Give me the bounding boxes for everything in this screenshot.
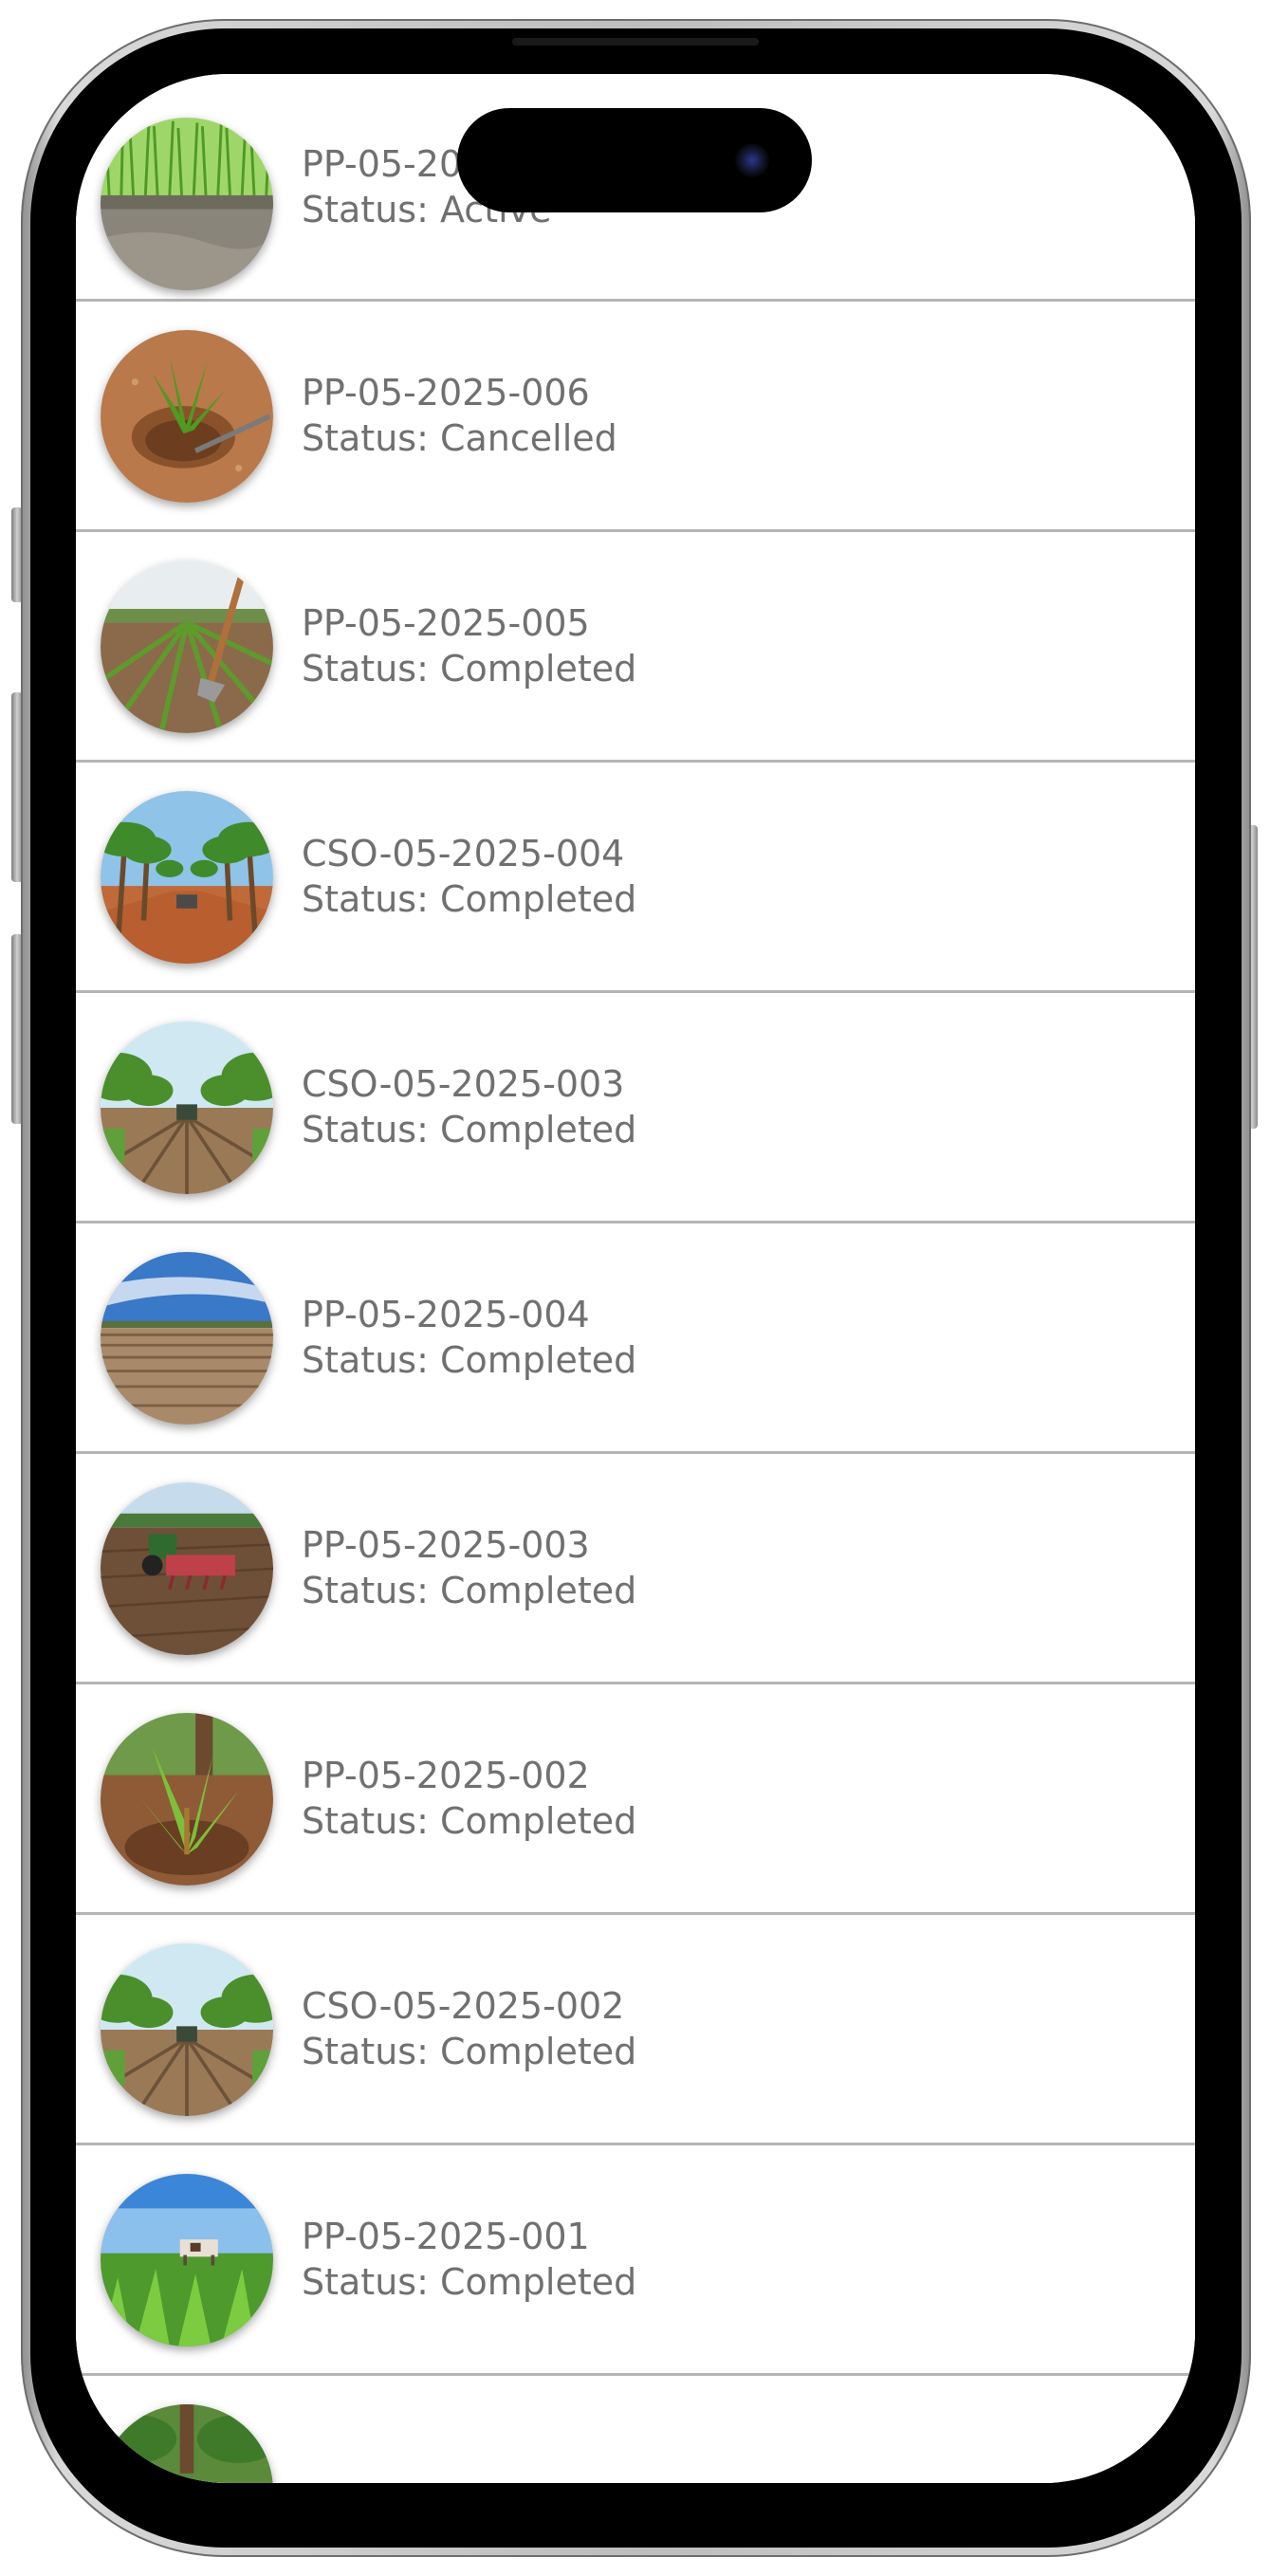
sapling-planting-image [101, 330, 273, 503]
list-item[interactable]: PP-05-2025-005 Status: Completed [76, 532, 1195, 763]
order-status: Status: Completed [302, 1800, 637, 1842]
order-id: PP-05-2025-002 [302, 1755, 590, 1796]
list-item-thumbnail [101, 1252, 273, 1425]
order-status: Status: Completed [302, 1109, 637, 1150]
order-status: Status: Completed [302, 1570, 637, 1611]
order-id: CSO-05-2025-002 [302, 1985, 625, 2027]
palm-trees-image [101, 2404, 273, 2483]
list-item[interactable]: PP-05-2025-002 Status: Completed [76, 1684, 1195, 1915]
tractor-palm-image [101, 1943, 273, 2116]
order-status: Status: Completed [302, 1339, 637, 1381]
order-status: Status: Cancelled [302, 417, 617, 459]
order-status: Status: Completed [302, 2261, 637, 2303]
list-item-thumbnail [101, 561, 273, 733]
list-item[interactable]: PP-05-2025-004 Status: Completed [76, 1224, 1195, 1454]
order-status: Status: Completed [302, 648, 637, 690]
order-id: CSO-05-2025-003 [302, 1063, 625, 1105]
list-item[interactable]: CSO-05-2025-003 Status: Completed [76, 993, 1195, 1224]
list-item[interactable]: PP-05-2025-006 Status: Cancelled [76, 302, 1195, 532]
tractor-cultivator-image [101, 1482, 273, 1655]
list-item-thumbnail [101, 1943, 273, 2116]
earpiece-speaker [512, 38, 759, 46]
list-item-thumbnail [101, 1482, 273, 1655]
corn-field-image [101, 2174, 273, 2346]
list-item-thumbnail [101, 2404, 273, 2483]
list-item[interactable]: CSO-05-2025-004 Status: Completed [76, 763, 1195, 993]
order-id: PP-05-2025-005 [302, 602, 590, 644]
list-item-thumbnail [101, 1713, 273, 1886]
front-camera-icon [735, 143, 769, 177]
phone-screen: PP-05-20 Status: Active PP-05-2025-006 S… [76, 74, 1195, 2483]
shovel-field-image [101, 561, 273, 733]
list-item[interactable]: PP-05-2025-003 Status: Completed [76, 1454, 1195, 1684]
plowed-field-image [101, 1252, 273, 1425]
list-item-thumbnail [101, 330, 273, 503]
list-item-thumbnail [101, 1021, 273, 1194]
list-item[interactable]: PP-05-2025-001 Status: Completed [76, 2145, 1195, 2376]
order-id: PP-05-2025-004 [302, 1294, 590, 1335]
tractor-palm-image [101, 1021, 273, 1194]
list-item-thumbnail [101, 2174, 273, 2346]
order-id: CSO-05-2025-004 [302, 833, 625, 874]
order-id: PP-05-2025-001 [302, 2216, 590, 2257]
list-item-thumbnail [101, 118, 273, 290]
palm-seedling-image [101, 1713, 273, 1886]
list-item[interactable]: CSO-05-2025-002 Status: Completed [76, 1915, 1195, 2145]
list-item-thumbnail [101, 791, 273, 964]
list-item[interactable] [76, 2376, 1195, 2483]
order-id: PP-05-2025-003 [302, 1524, 590, 1566]
order-status: Status: Completed [302, 2031, 637, 2072]
order-status: Status: Completed [302, 878, 637, 920]
order-id: PP-05-2025-006 [302, 372, 590, 414]
tractor-palm-image [101, 791, 273, 964]
rice-seedlings-image [101, 118, 273, 290]
